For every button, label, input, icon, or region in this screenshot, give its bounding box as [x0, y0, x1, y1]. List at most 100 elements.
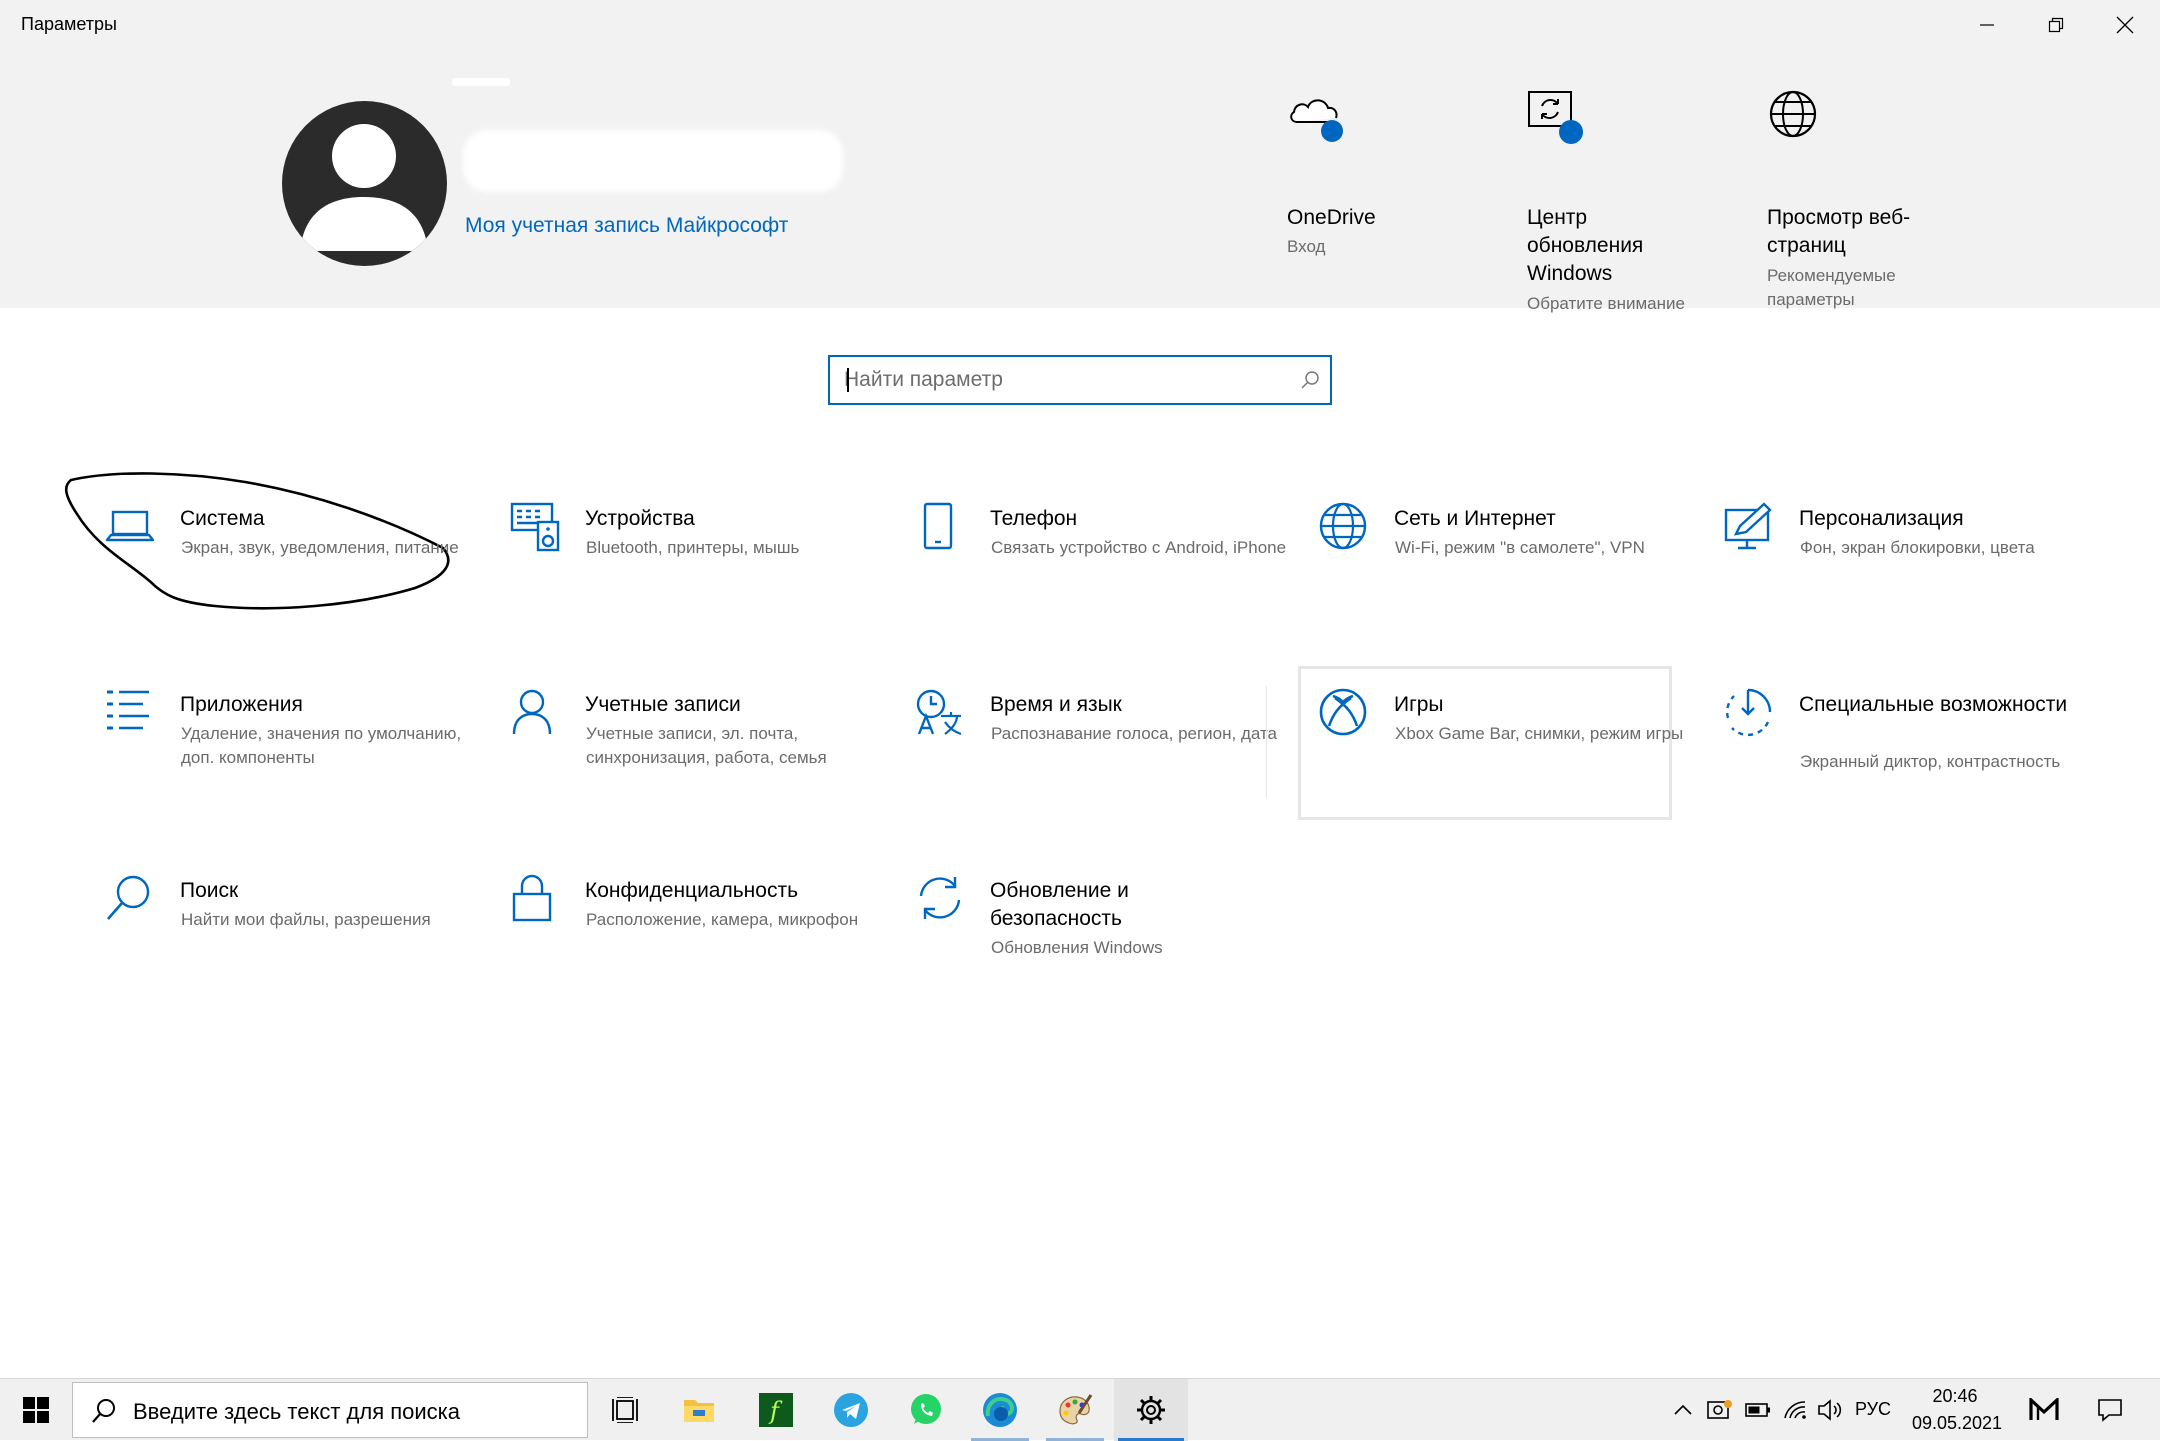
personalization-icon	[1724, 502, 1772, 550]
microsoft-account-link[interactable]: Моя учетная запись Майкрософт	[465, 214, 788, 238]
windows-logo-icon	[23, 1397, 49, 1423]
devices-icon	[510, 502, 560, 552]
clock-date[interactable]: 09.05.2021	[1902, 1413, 2012, 1434]
battery-icon	[1745, 1403, 1770, 1417]
file-explorer-icon	[684, 1400, 714, 1422]
account-header: Моя учетная запись Майкрософт OneDrive В…	[0, 50, 2160, 313]
tray-app-button[interactable]	[1703, 1379, 1737, 1441]
wifi-button[interactable]	[1778, 1379, 1812, 1441]
tile-accessibility-desc: Экранный диктор, контрастность	[1800, 752, 2061, 771]
tile-phone[interactable]: Телефон Связать устройство с Android, iP…	[915, 502, 1295, 652]
xbox-icon	[1319, 688, 1367, 736]
volume-icon	[1818, 1399, 1842, 1421]
show-hidden-icons-button[interactable]	[1668, 1379, 1698, 1441]
minimize-icon	[1979, 24, 1994, 26]
input-language-indicator[interactable]: РУС	[1855, 1399, 1891, 1420]
tile-system[interactable]: Система Экран, звук, уведомления, питани…	[105, 502, 485, 652]
taskbar-search-placeholder: Введите здесь текст для поиска	[133, 1399, 461, 1424]
paint-button[interactable]	[1038, 1379, 1112, 1441]
tile-devices-title: Устройства	[585, 507, 695, 530]
notifications-button[interactable]	[2090, 1379, 2130, 1441]
edge-button[interactable]	[963, 1379, 1037, 1441]
tile-accounts[interactable]: Учетные записи Учетные записи, эл. почта…	[510, 688, 890, 838]
whatsapp-icon	[911, 1394, 941, 1424]
window-title: Параметры	[21, 14, 117, 34]
phone-icon	[923, 502, 953, 550]
tile-update-security-title: Обновление и безопасность	[990, 879, 1129, 930]
settings-gear-icon	[1137, 1396, 1165, 1424]
time-language-icon	[916, 689, 962, 736]
restore-button[interactable]	[2021, 0, 2090, 50]
web-browsing-title: Просмотр веб- страниц	[1767, 206, 1911, 257]
tile-devices[interactable]: Устройства Bluetooth, принтеры, мышь	[510, 502, 890, 652]
restore-icon	[2048, 17, 2063, 33]
battery-button[interactable]	[1741, 1379, 1775, 1441]
tile-time-language[interactable]: Время и язык Распознавание голоса, регио…	[915, 688, 1295, 838]
search-icon[interactable]	[1300, 370, 1320, 390]
windows-update-icon	[1528, 91, 1583, 144]
tile-network[interactable]: Сеть и Интернет Wi-Fi, режим "в самолете…	[1319, 502, 1699, 652]
person-icon	[512, 689, 552, 735]
whatsapp-button[interactable]	[889, 1379, 963, 1441]
windows-update-subtitle: Обратите внимание	[1527, 294, 1685, 313]
tile-privacy[interactable]: Конфиденциальность Расположение, камера,…	[510, 874, 890, 1024]
tile-personalization[interactable]: Персонализация Фон, экран блокировки, цв…	[1724, 502, 2104, 652]
tile-gaming-desc: Xbox Game Bar, снимки, режим игры	[1395, 724, 1684, 743]
apps-list-icon	[107, 690, 149, 730]
search-input[interactable]	[844, 357, 1284, 403]
web-browsing-subtitle: Рекомендуемые параметры	[1767, 266, 1896, 309]
accessibility-icon	[1725, 688, 1772, 737]
tile-gaming-title: Игры	[1394, 693, 1444, 716]
redacted-name	[452, 78, 510, 86]
windows-update-title: Центр обновления Windows	[1527, 206, 1644, 285]
close-icon	[2116, 16, 2133, 34]
lock-icon	[512, 874, 552, 922]
tile-system-title: Система	[180, 507, 265, 530]
minimize-button[interactable]	[1952, 0, 2021, 50]
start-button[interactable]	[0, 1379, 72, 1441]
file-explorer-button[interactable]	[662, 1379, 736, 1441]
tile-gaming[interactable]: Игры Xbox Game Bar, снимки, режим игры	[1319, 688, 1699, 838]
avatar[interactable]	[282, 101, 447, 266]
notification-center-icon	[2098, 1399, 2122, 1422]
tile-personalization-title: Персонализация	[1799, 507, 1964, 530]
onedrive-subtitle: Вход	[1287, 237, 1326, 256]
close-button[interactable]	[2090, 0, 2159, 50]
tile-phone-title: Телефон	[990, 507, 1078, 530]
chevron-up-icon	[1674, 1404, 1692, 1415]
user-silhouette-icon	[300, 124, 428, 251]
settings-search-box[interactable]	[828, 355, 1332, 405]
onedrive-icon	[1290, 99, 1343, 142]
tile-divider	[1266, 686, 1267, 798]
redacted-email	[463, 130, 843, 192]
globe-icon	[1769, 90, 1817, 138]
sync-icon	[919, 877, 961, 919]
telegram-button[interactable]	[814, 1379, 888, 1441]
tile-personalization-desc: Фон, экран блокировки, цвета	[1800, 538, 2035, 557]
taskbar-search-box[interactable]: Введите здесь текст для поиска	[72, 1382, 588, 1438]
tile-apps[interactable]: Приложения Удаление, значения по умолчан…	[105, 688, 485, 838]
tile-search-title: Поиск	[180, 879, 239, 902]
title-bar: Параметры	[0, 0, 2160, 50]
fl-studio-button[interactable]: f	[739, 1379, 813, 1441]
search-icon	[107, 875, 150, 920]
settings-button[interactable]	[1114, 1379, 1188, 1441]
tile-time-language-desc: Распознавание голоса, регион, дата	[991, 724, 1278, 743]
task-view-button[interactable]	[588, 1379, 662, 1441]
fl-studio-icon: f	[759, 1393, 793, 1427]
tile-accounts-title: Учетные записи	[585, 693, 741, 716]
wifi-icon	[1784, 1401, 1806, 1419]
tile-system-desc: Экран, звук, уведомления, питание	[181, 538, 459, 557]
tray-m-app-button[interactable]	[2024, 1379, 2064, 1441]
tile-accounts-desc: Учетные записи, эл. почта, синхронизация…	[586, 724, 827, 767]
task-view-icon	[612, 1397, 638, 1423]
tray-app-icon	[1707, 1400, 1732, 1419]
tile-search[interactable]: Поиск Найти мои файлы, разрешения	[105, 874, 485, 1024]
clock-time[interactable]: 20:46	[1900, 1386, 2010, 1407]
globe-icon	[1319, 502, 1367, 550]
tile-apps-title: Приложения	[180, 693, 303, 716]
tile-accessibility[interactable]: Специальные возможности Экранный диктор,…	[1724, 688, 2104, 838]
tile-update-security[interactable]: Обновление и безопасность Обновления Win…	[915, 874, 1295, 1024]
volume-button[interactable]	[1813, 1379, 1847, 1441]
telegram-icon	[834, 1393, 868, 1427]
